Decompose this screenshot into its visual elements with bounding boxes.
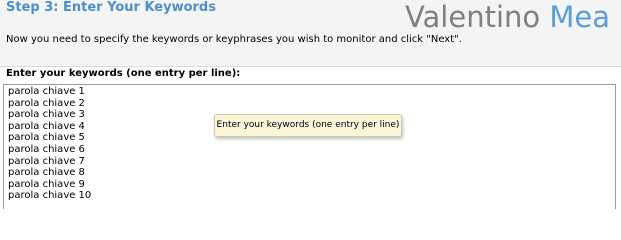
keywords-lines: parola chiave 1 parola chiave 2 parola c… <box>8 86 91 202</box>
keyword-line: parola chiave 9 <box>8 178 85 190</box>
keyword-line: parola chiave 7 <box>8 155 85 167</box>
keywords-label: Enter your keywords (one entry per line)… <box>6 68 241 79</box>
instruction-text: Now you need to specify the keywords or … <box>6 34 462 45</box>
logo-last-name: Mea <box>549 0 610 34</box>
keywords-textarea[interactable]: parola chiave 1 parola chiave 2 parola c… <box>3 84 616 209</box>
step-title: Step 3: Enter Your Keywords <box>6 0 216 15</box>
keyword-line: parola chiave 10 <box>8 190 92 202</box>
keyword-line: parola chiave 3 <box>8 109 85 121</box>
keyword-line: parola chiave 4 <box>8 120 85 132</box>
keyword-line: parola chiave 6 <box>8 143 85 155</box>
keyword-line: parola chiave 2 <box>8 97 85 109</box>
logo-first-name: Valentino <box>404 0 541 34</box>
header-divider <box>0 66 621 67</box>
keyword-line: parola chiave 5 <box>8 132 85 144</box>
keyword-line: parola chiave 1 <box>8 86 85 97</box>
page-header: Step 3: Enter Your Keywords Valentino Me… <box>0 0 621 66</box>
keywords-tooltip: Enter your keywords (one entry per line) <box>214 114 402 137</box>
keyword-line: parola chiave 8 <box>8 167 85 179</box>
brand-logo: Valentino Mea <box>405 1 610 33</box>
